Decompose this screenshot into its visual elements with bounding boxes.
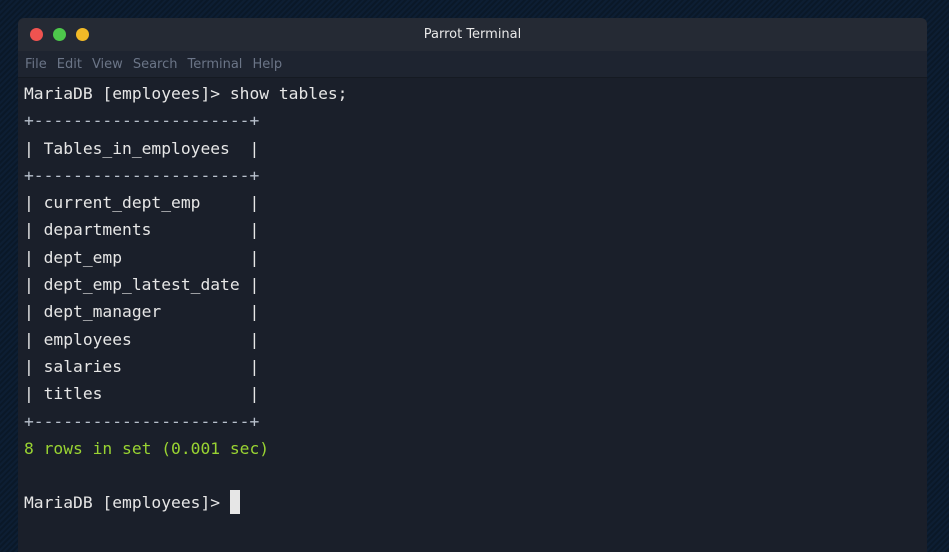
table-row: | dept_manager | xyxy=(24,302,260,322)
menu-search[interactable]: Search xyxy=(133,57,178,72)
cursor xyxy=(229,490,240,515)
prompt-text: MariaDB [employees]> xyxy=(24,493,230,513)
table-row: | salaries | xyxy=(24,356,260,376)
table-border-mid: +----------------------+ xyxy=(24,165,260,185)
menu-file[interactable]: File xyxy=(25,57,47,72)
table-border-top: +----------------------+ xyxy=(24,111,260,131)
menu-bar: File Edit View Search Terminal Help xyxy=(18,51,927,78)
menu-terminal[interactable]: Terminal xyxy=(187,57,242,72)
table-row: | departments | xyxy=(24,220,260,240)
menu-edit[interactable]: Edit xyxy=(57,57,82,72)
result-summary: 8 rows in set (0.001 sec) xyxy=(24,438,270,458)
title-bar[interactable]: Parrot Terminal xyxy=(18,18,927,51)
menu-help[interactable]: Help xyxy=(252,57,282,72)
table-row: | dept_emp_latest_date | xyxy=(24,275,260,295)
table-row: | dept_emp | xyxy=(24,247,260,267)
table-border-bottom: +----------------------+ xyxy=(24,411,260,431)
table-row: | titles | xyxy=(24,384,260,404)
table-row: | current_dept_emp | xyxy=(24,193,260,213)
table-header: | Tables_in_employees | xyxy=(24,138,260,158)
terminal-window: Parrot Terminal File Edit View Search Te… xyxy=(18,18,927,552)
menu-view[interactable]: View xyxy=(92,57,123,72)
terminal-output[interactable]: MariaDB [employees]> show tables; +-----… xyxy=(18,78,927,517)
window-title: Parrot Terminal xyxy=(423,27,522,42)
command-line: MariaDB [employees]> show tables; xyxy=(24,84,348,103)
table-row: | employees | xyxy=(24,329,260,349)
prompt-line[interactable]: MariaDB [employees]> xyxy=(24,489,927,516)
